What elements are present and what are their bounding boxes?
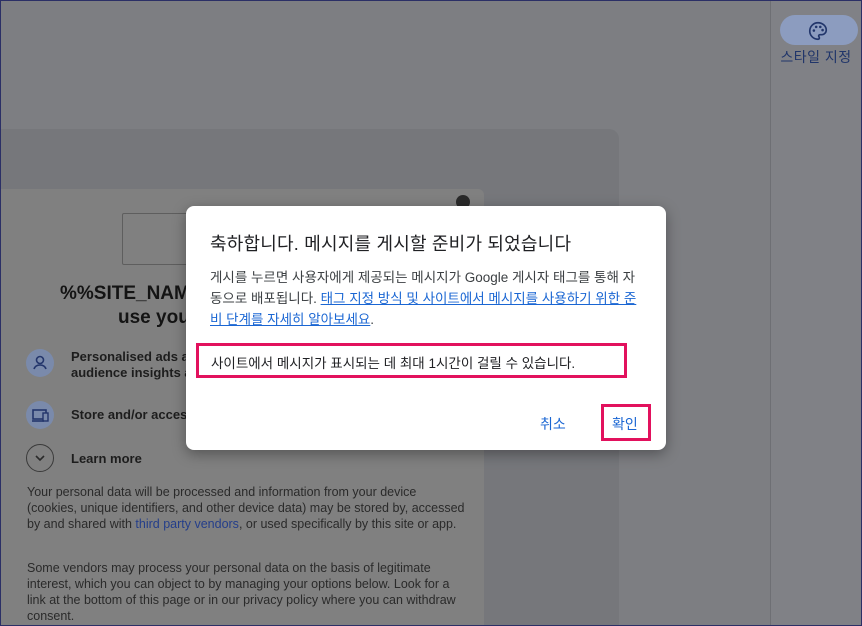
person-icon bbox=[26, 349, 54, 377]
devices-icon bbox=[26, 401, 54, 429]
dialog-body-end: . bbox=[370, 312, 375, 327]
chevron-down-icon[interactable] bbox=[26, 444, 54, 472]
palette-icon bbox=[809, 21, 828, 41]
dialog-title: 축하합니다. 메시지를 게시할 준비가 되었습니다 bbox=[210, 234, 572, 254]
third-party-vendors-link[interactable]: third party vendors bbox=[135, 517, 239, 531]
learn-more-label[interactable]: Learn more bbox=[71, 451, 471, 467]
confirm-button[interactable]: 확인 bbox=[612, 414, 638, 434]
publish-ready-dialog: 축하합니다. 메시지를 게시할 준비가 되었습니다 게시를 누르면 사용자에게 … bbox=[186, 206, 666, 450]
consent-paragraph-2: Some vendors may process your personal d… bbox=[27, 561, 456, 623]
display-delay-notice: 사이트에서 메시지가 표시되는 데 최대 1시간이 걸릴 수 있습니다. bbox=[211, 356, 576, 371]
dialog-body: 게시를 누르면 사용자에게 제공되는 메시지가 Google 게시자 태그를 통… bbox=[210, 267, 640, 330]
right-side-panel bbox=[770, 0, 862, 626]
style-label: 스타일 지정 bbox=[780, 49, 852, 65]
consent-paragraph-1: Your personal data will be processed and… bbox=[27, 484, 467, 532]
cancel-button[interactable]: 취소 bbox=[540, 414, 566, 434]
para1-text-b: , or used specifically by this site or a… bbox=[238, 517, 457, 531]
